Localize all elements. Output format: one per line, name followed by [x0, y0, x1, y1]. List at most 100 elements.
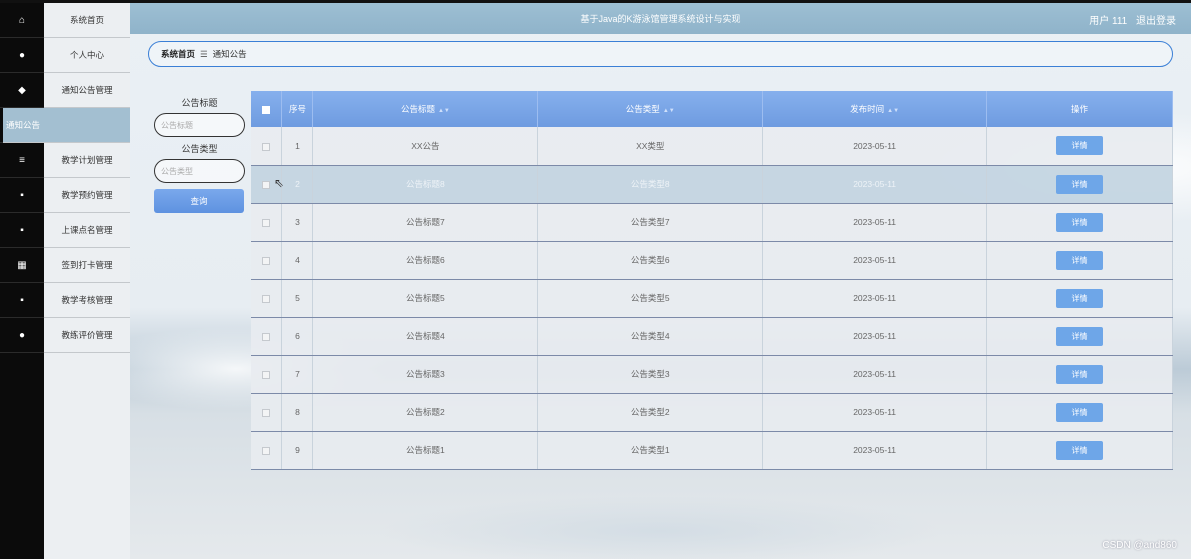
row-checkbox[interactable]: [262, 218, 271, 227]
title-filter-label: 公告标题: [181, 98, 218, 108]
table-row[interactable]: 5 公告标题5 公告类型5 2023-05-11 详情: [251, 279, 1173, 318]
table-row[interactable]: 6 公告标题4 公告类型4 2023-05-11 详情: [251, 317, 1173, 356]
detail-button[interactable]: 详情: [1056, 402, 1104, 422]
logout-link[interactable]: 退出登录: [1136, 16, 1176, 27]
sidebar-item-teaching-plan[interactable]: 教学计划管理: [44, 143, 130, 178]
table-row[interactable]: 3 公告标题7 公告类型7 2023-05-11 详情: [251, 203, 1173, 242]
type-filter-label: 公告类型: [181, 144, 218, 154]
detail-button[interactable]: 详情: [1056, 250, 1104, 270]
row-title: 公告标题3: [312, 355, 539, 394]
breadcrumb-current: 通知公告: [212, 49, 247, 59]
row-checkbox[interactable]: [262, 370, 271, 379]
row-checkbox[interactable]: [262, 332, 271, 341]
col-title-label: 公告标题: [400, 104, 435, 114]
row-type: 公告类型5: [537, 279, 764, 318]
notice-table: 序号 公告标题 ▲▼ 公告类型 ▲▼ 发布时间 ▲▼ 操作 1 XX公告 XX类型 2023…: [251, 91, 1173, 470]
row-action: 详情: [986, 317, 1173, 356]
table-row[interactable]: 1 XX公告 XX类型 2023-05-11 详情: [251, 127, 1173, 166]
row-date: 2023-05-11: [762, 165, 988, 204]
row-type: 公告类型1: [537, 431, 764, 470]
row-select-cell: [251, 279, 283, 318]
sidebar-item-assessment[interactable]: 教学考核管理: [44, 283, 130, 318]
type-filter-input[interactable]: 公告类型: [154, 159, 245, 183]
detail-button[interactable]: 详情: [1056, 212, 1104, 232]
search-button[interactable]: 查询: [154, 189, 244, 213]
table-row[interactable]: 8 公告标题2 公告类型2 2023-05-11 详情: [251, 393, 1173, 432]
row-select-cell: [251, 203, 283, 242]
row-date: 2023-05-11: [762, 127, 988, 166]
home-icon[interactable]: ⌂: [0, 3, 44, 38]
user-name[interactable]: 用户 111: [1089, 16, 1127, 27]
row-type: XX类型: [537, 127, 764, 166]
row-date: 2023-05-11: [762, 431, 988, 470]
row-checkbox[interactable]: [262, 180, 271, 189]
detail-button[interactable]: 详情: [1056, 364, 1104, 384]
mouse-cursor-icon: ⇖: [274, 176, 285, 190]
row-checkbox[interactable]: [262, 446, 271, 455]
col-title[interactable]: 公告标题 ▲▼: [312, 91, 539, 127]
sidebar-item-check-in[interactable]: 签到打卡管理: [44, 248, 130, 283]
detail-button[interactable]: 详情: [1056, 174, 1104, 194]
row-type: 公告类型3: [537, 355, 764, 394]
row-checkbox[interactable]: [262, 142, 271, 151]
row-title: 公告标题1: [312, 431, 539, 470]
row-action: 详情: [986, 127, 1173, 166]
header-bar: 基于Java的K游泳馆管理系统设计与实现 用户 111 退出登录: [130, 3, 1191, 34]
row-checkbox[interactable]: [262, 294, 271, 303]
list-icon[interactable]: ≡: [0, 143, 44, 178]
detail-button[interactable]: 详情: [1056, 288, 1104, 308]
sidebar-item-roll-call[interactable]: 上课点名管理: [44, 213, 130, 248]
row-select-cell: [251, 431, 283, 470]
sidebar-item-home[interactable]: 系统首页: [44, 3, 130, 38]
row-checkbox[interactable]: [262, 256, 271, 265]
user-icon[interactable]: ●: [0, 38, 44, 73]
sidebar-item-coach-review[interactable]: 教练评价管理: [44, 318, 130, 353]
sidebar-item-teaching-booking[interactable]: 教学预约管理: [44, 178, 130, 213]
row-no: 7: [281, 355, 314, 394]
title-filter-input[interactable]: 公告标题: [154, 113, 245, 137]
row-action: 详情: [986, 165, 1173, 204]
grid-icon[interactable]: ▪: [0, 178, 44, 213]
sidebar-item-notice[interactable]: 通知公告: [3, 108, 130, 143]
sort-icon[interactable]: ▲▼: [438, 108, 450, 114]
megaphone-icon[interactable]: ◆: [0, 73, 44, 108]
row-checkbox[interactable]: [262, 408, 271, 417]
breadcrumb-home[interactable]: 系统首页: [161, 48, 195, 60]
table-row[interactable]: 2 公告标题8 公告类型8 2023-05-11 详情: [251, 165, 1173, 204]
table-row[interactable]: 7 公告标题3 公告类型3 2023-05-11 详情: [251, 355, 1173, 394]
row-type: 公告类型8: [537, 165, 764, 204]
grid-icon[interactable]: ▪: [0, 283, 44, 318]
calendar-icon[interactable]: ▦: [0, 248, 44, 283]
col-date[interactable]: 发布时间 ▲▼: [762, 91, 988, 127]
sidebar-item-notice-management[interactable]: 通知公告管理: [44, 73, 130, 108]
row-title: 公告标题5: [312, 279, 539, 318]
detail-button[interactable]: 详情: [1056, 326, 1104, 346]
select-all-checkbox[interactable]: [262, 105, 271, 114]
search-panel: 公告标题 公告标题 公告类型 公告类型 查询: [154, 93, 245, 213]
breadcrumb-separator-icon: ☰: [200, 48, 208, 59]
grid-icon[interactable]: ▪: [0, 213, 44, 248]
row-no: 9: [281, 431, 314, 470]
col-date-label: 发布时间: [850, 104, 885, 114]
app-title: 基于Java的K游泳馆管理系统设计与实现: [580, 14, 741, 24]
col-type[interactable]: 公告类型 ▲▼: [537, 91, 764, 127]
user-icon[interactable]: ●: [0, 318, 44, 353]
icon-rail: ⌂ ● ◆ ≡ ▪ ▪ ▦ ▪ ●: [0, 3, 44, 559]
row-title: 公告标题7: [312, 203, 539, 242]
sort-icon[interactable]: ▲▼: [887, 108, 899, 114]
detail-button[interactable]: 详情: [1056, 440, 1104, 460]
sidebar-item-profile[interactable]: 个人中心: [44, 38, 130, 73]
header-user-area: 用户 111 退出登录: [1083, 12, 1176, 27]
row-action: 详情: [986, 393, 1173, 432]
row-select-cell: [251, 393, 283, 432]
sort-icon[interactable]: ▲▼: [663, 108, 675, 114]
table-row[interactable]: 4 公告标题6 公告类型6 2023-05-11 详情: [251, 241, 1173, 280]
row-title: XX公告: [312, 127, 539, 166]
row-title: 公告标题8: [312, 165, 539, 204]
detail-button[interactable]: 详情: [1056, 136, 1104, 156]
table-row[interactable]: 9 公告标题1 公告类型1 2023-05-11 详情: [251, 431, 1173, 470]
col-action: 操作: [986, 91, 1173, 127]
table-header-row: 序号 公告标题 ▲▼ 公告类型 ▲▼ 发布时间 ▲▼ 操作: [251, 91, 1173, 127]
row-date: 2023-05-11: [762, 317, 988, 356]
row-no: 5: [281, 279, 314, 318]
